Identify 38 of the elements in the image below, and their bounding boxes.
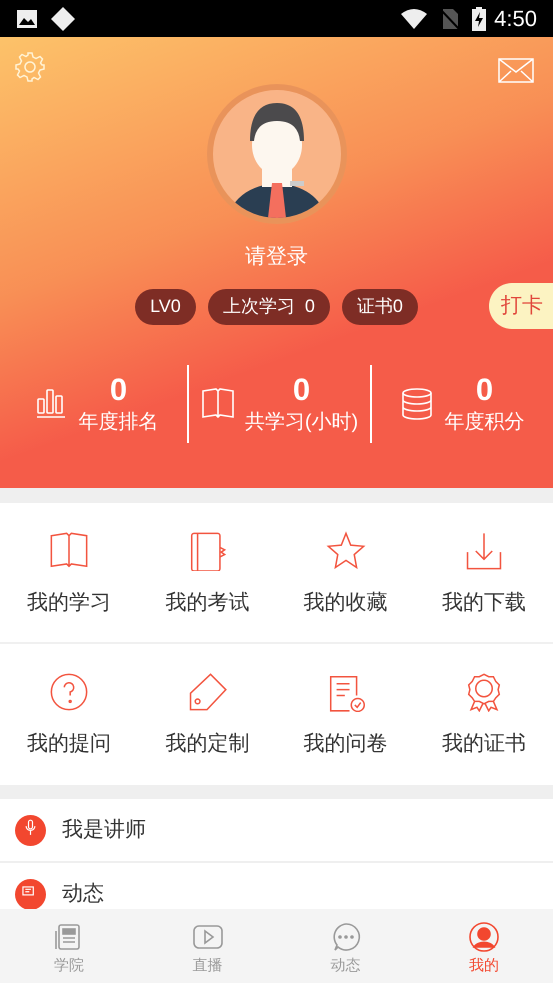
person-icon: [468, 921, 500, 953]
stat-value: 0: [476, 372, 494, 408]
battery-charging-icon: [472, 6, 486, 30]
tag-icon: [187, 672, 228, 712]
stat-value: 0: [110, 372, 128, 408]
row-label: 动态: [62, 881, 104, 908]
question-icon: [49, 672, 90, 712]
coin-stack-icon: [400, 387, 434, 421]
info-chip: 上次学习 0: [208, 288, 330, 324]
info-chip: 证书0: [342, 288, 418, 324]
tile-label: 我的下载: [442, 590, 526, 616]
check-in-button[interactable]: 打卡: [489, 283, 553, 329]
settings-icon[interactable]: [14, 51, 46, 83]
stat-label: 年度积分: [444, 410, 524, 435]
mail-icon[interactable]: [498, 58, 534, 83]
tile-label: 我的问卷: [304, 731, 388, 757]
image-icon: [16, 8, 38, 28]
star-icon: [326, 531, 366, 571]
list-row[interactable]: 动态: [0, 863, 553, 909]
list-row[interactable]: 我是讲师: [0, 799, 553, 861]
stat-value: 0: [292, 372, 310, 408]
microphone-icon: [15, 814, 46, 846]
tile-label: 我的提问: [27, 731, 112, 757]
open-book-icon: [200, 387, 235, 421]
wifi-icon: [400, 8, 428, 30]
tile-label: 我的考试: [165, 590, 250, 616]
stat-label: 年度排名: [78, 410, 158, 435]
row-label: 我是讲师: [62, 817, 146, 844]
clock-time: 4:50: [494, 5, 537, 33]
stat-label: 共学习(小时): [244, 410, 358, 435]
tile-label: 我的定制: [165, 731, 250, 757]
tile-label: 我的证书: [442, 731, 526, 757]
tile-label: 我的收藏: [304, 590, 388, 616]
diamond-icon: [50, 6, 76, 32]
info-chip: LV0: [135, 288, 196, 324]
no-sim-icon: [440, 8, 460, 30]
avatar[interactable]: [206, 83, 348, 225]
tile-label: 我的学习: [27, 590, 112, 616]
